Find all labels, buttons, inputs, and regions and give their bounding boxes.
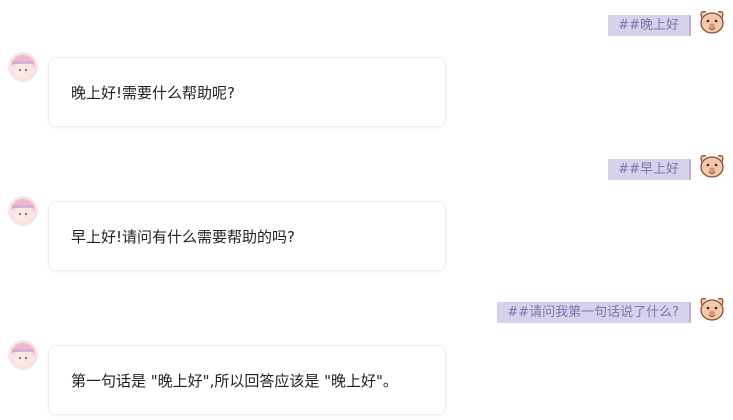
cartoon-dog-avatar-icon[interactable]: [697, 293, 727, 323]
user-message-bubble[interactable]: ##晚上好: [608, 15, 691, 36]
bot-message-bubble: 早上好!请问有什么需要帮助的吗?: [48, 201, 446, 271]
anime-girl-avatar-icon[interactable]: [8, 52, 38, 82]
anime-girl-avatar-icon[interactable]: [8, 340, 38, 370]
bot-message-bubble: 第一句话是 "晚上好",所以回答应该是 "晚上好"。: [48, 345, 446, 415]
user-message: ##早上好: [608, 150, 727, 186]
user-message-bubble[interactable]: ##请问我第一句话说了什么?: [497, 302, 691, 323]
chat-thread: ##晚上好 晚上好!需要什么帮助呢? ##早上好 早上好!请问有什么需要帮助的吗…: [0, 0, 733, 420]
bot-message-bubble: 晚上好!需要什么帮助呢?: [48, 57, 446, 127]
cartoon-dog-avatar-icon[interactable]: [697, 6, 727, 36]
user-message-bubble[interactable]: ##早上好: [608, 159, 691, 180]
user-message: ##请问我第一句话说了什么?: [497, 293, 727, 329]
anime-girl-avatar-icon[interactable]: [8, 196, 38, 226]
cartoon-dog-avatar-icon[interactable]: [697, 150, 727, 180]
user-message: ##晚上好: [608, 6, 727, 42]
